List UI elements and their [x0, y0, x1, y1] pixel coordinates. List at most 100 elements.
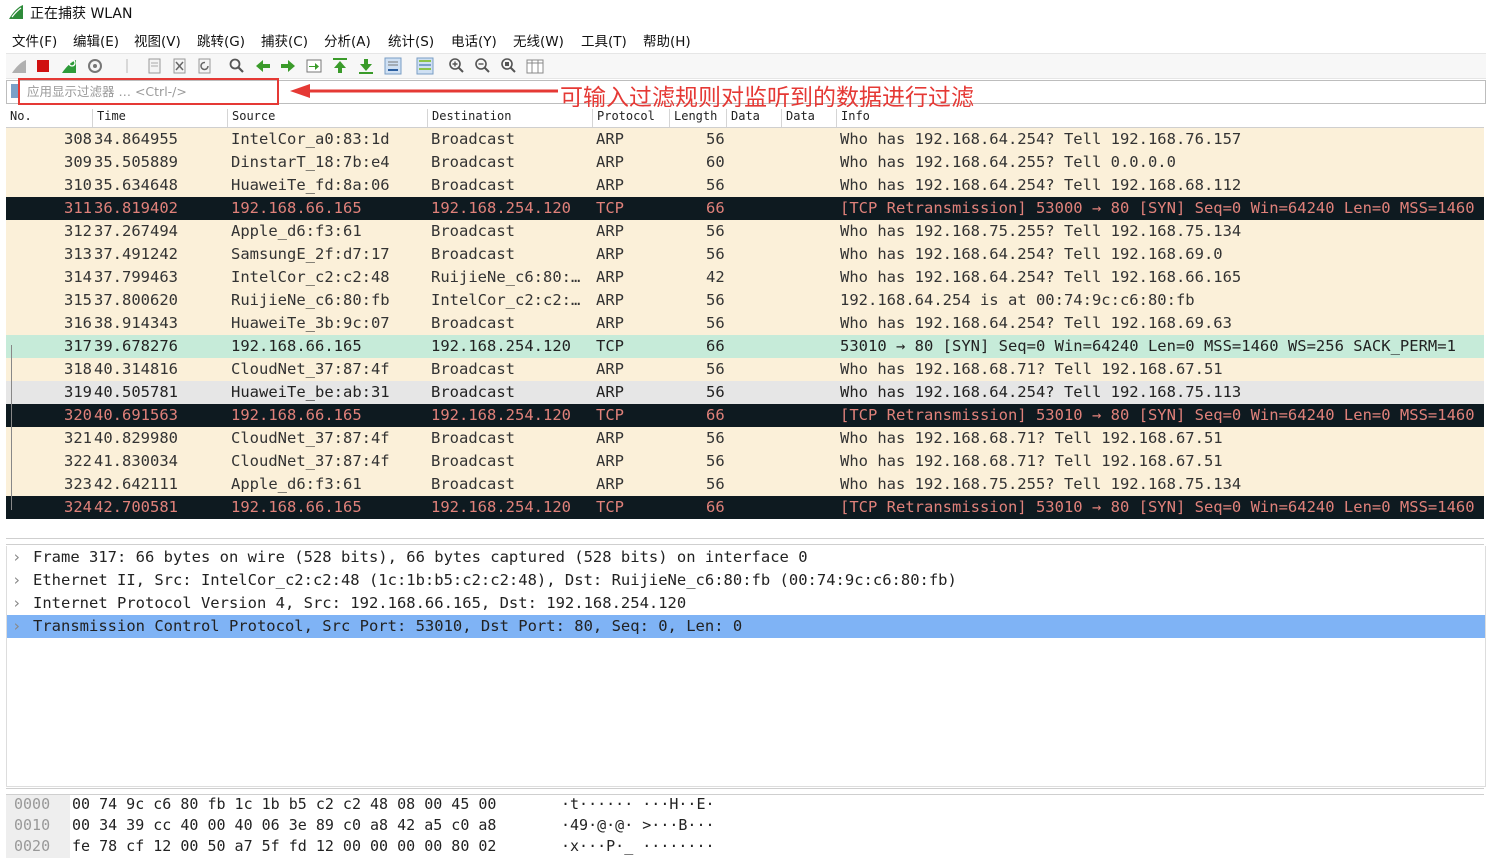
detail-tree-item[interactable]: › Ethernet II, Src: IntelCor_c2:c2:48 (1c… — [7, 569, 1485, 592]
pane-splitter-top[interactable] — [6, 538, 1484, 545]
packet-row[interactable]: 321 40.829980 CloudNet_37:87:4f Broadcast AR… — [6, 427, 1484, 450]
packet-info: Who has 192.168.64.254? Tell 192.168.69.… — [840, 245, 1223, 263]
close-file-icon[interactable] — [171, 57, 189, 75]
packet-time: 39.678276 — [94, 337, 178, 355]
menu-bar: 文件(F) 编辑(E) 视图(V) 跳转(G) 捕获(C) 分析(A) 统计(S… — [0, 27, 1489, 51]
bytes-hex[interactable]: 00 74 9c c6 80 fb 1c 1b b5 c2 c2 48 08 0… — [72, 795, 496, 813]
packet-source: CloudNet_37:87:4f — [231, 452, 390, 470]
menu-edit[interactable]: 编辑(E) — [73, 30, 119, 50]
packet-time: 40.691563 — [94, 406, 178, 424]
column-time[interactable]: Time — [92, 109, 126, 127]
packet-time: 37.491242 — [94, 245, 178, 263]
packet-row[interactable]: 310 35.634648 HuaweiTe_fd:8a:06 Broadcast AR… — [6, 174, 1484, 197]
menu-wireless[interactable]: 无线(W) — [513, 30, 564, 50]
packet-no: 324 — [64, 498, 92, 516]
packet-row[interactable]: 320 40.691563 192.168.66.165 192.168.254.12… — [6, 404, 1484, 427]
first-packet-icon[interactable] — [331, 57, 349, 75]
menu-telephony[interactable]: 电话(Y) — [451, 30, 497, 50]
zoom-out-icon[interactable] — [474, 57, 492, 75]
last-packet-icon[interactable] — [357, 57, 375, 75]
zoom-in-icon[interactable] — [448, 57, 466, 75]
detail-tree-item[interactable]: › Frame 317: 66 bytes on wire (528 bits),… — [7, 546, 1485, 569]
bytes-offset: 0000 — [6, 795, 70, 816]
wireshark-app-icon — [9, 5, 23, 19]
bytes-row: 0000 00 74 9c c6 80 fb 1c 1b b5 c2 c2 48 … — [6, 795, 1484, 816]
packet-row[interactable]: 318 40.314816 CloudNet_37:87:4f Broadcast AR… — [6, 358, 1484, 381]
column-length[interactable]: Length — [669, 109, 717, 127]
column-data-1[interactable]: Data — [726, 109, 760, 127]
normal-size-icon[interactable] — [500, 57, 518, 75]
packet-destination: 192.168.254.120 — [431, 406, 571, 424]
packet-source: Apple_d6:f3:61 — [231, 475, 362, 493]
packet-protocol: ARP — [596, 130, 624, 148]
stop-capture-icon[interactable] — [34, 57, 52, 75]
packet-row[interactable]: 313 37.491242 SamsungE_2f:d7:17 Broadcast AR… — [6, 243, 1484, 266]
bytes-ascii[interactable]: ·x···P·_ ········ — [561, 837, 715, 855]
packet-length: 60 — [706, 153, 725, 171]
packet-info: Who has 192.168.64.254? Tell 192.168.76.… — [840, 130, 1242, 148]
packet-destination: Broadcast — [431, 314, 515, 332]
find-icon[interactable] — [228, 57, 246, 75]
back-icon[interactable] — [254, 57, 272, 75]
capture-options-icon[interactable] — [86, 57, 104, 75]
menu-help[interactable]: 帮助(H) — [643, 30, 691, 50]
packet-destination: Broadcast — [431, 360, 515, 378]
packet-time: 35.634648 — [94, 176, 178, 194]
packet-row[interactable]: 312 37.267494 Apple_d6:f3:61 Broadcast ARP 56… — [6, 220, 1484, 243]
menu-go[interactable]: 跳转(G) — [197, 30, 245, 50]
packet-protocol: ARP — [596, 291, 624, 309]
packet-row[interactable]: 322 41.830034 CloudNet_37:87:4f Broadcast AR… — [6, 450, 1484, 473]
packet-row[interactable]: 311 36.819402 192.168.66.165 192.168.254.12… — [6, 197, 1484, 220]
packet-length: 56 — [706, 383, 725, 401]
reload-icon[interactable] — [196, 57, 214, 75]
packet-no: 321 — [64, 429, 92, 447]
resize-columns-icon[interactable] — [526, 57, 544, 75]
restart-capture-icon[interactable] — [60, 57, 78, 75]
packet-row[interactable]: 314 37.799463 IntelCor_c2:c2:48 RuijieNe_c6… — [6, 266, 1484, 289]
title-bar: 正在捕获 WLAN — [0, 0, 1489, 24]
chevron-right-icon[interactable]: › — [12, 548, 21, 566]
menu-statistics[interactable]: 统计(S) — [388, 30, 434, 50]
packet-no: 312 — [64, 222, 92, 240]
menu-capture[interactable]: 捕获(C) — [261, 30, 308, 50]
menu-view[interactable]: 视图(V) — [134, 30, 181, 50]
open-file-icon[interactable] — [146, 57, 164, 75]
menu-file[interactable]: 文件(F) — [12, 30, 57, 50]
column-no[interactable]: No. — [6, 109, 32, 127]
column-source[interactable]: Source — [227, 109, 275, 127]
packet-row[interactable]: 316 38.914343 HuaweiTe_3b:9c:07 Broadcast AR… — [6, 312, 1484, 335]
menu-analyze[interactable]: 分析(A) — [324, 30, 371, 50]
chevron-right-icon[interactable]: › — [12, 594, 21, 612]
packet-info: 53010 → 80 [SYN] Seq=0 Win=64240 Len=0 M… — [840, 337, 1456, 355]
packet-length: 56 — [706, 452, 725, 470]
packet-row[interactable]: 324 42.700581 192.168.66.165 192.168.254.12… — [6, 496, 1484, 519]
packet-source: 192.168.66.165 — [231, 498, 362, 516]
bytes-ascii[interactable]: ·t······ ···H··E· — [561, 795, 715, 813]
packet-row[interactable]: 315 37.800620 RuijieNe_c6:80:fb IntelCor_c2… — [6, 289, 1484, 312]
column-destination[interactable]: Destination — [427, 109, 511, 127]
detail-text: Transmission Control Protocol, Src Port:… — [33, 617, 743, 635]
bytes-ascii[interactable]: ·49·@·@· >···B··· — [561, 816, 715, 834]
detail-tree-item[interactable]: › Transmission Control Protocol, Src Port… — [7, 615, 1485, 638]
packet-row[interactable]: 323 42.642111 Apple_d6:f3:61 Broadcast ARP 56… — [6, 473, 1484, 496]
packet-row[interactable]: 308 34.864955 IntelCor_a0:83:1d Broadcast AR… — [6, 128, 1484, 151]
chevron-right-icon[interactable]: › — [12, 571, 21, 589]
detail-tree-item[interactable]: › Internet Protocol Version 4, Src: 192.1… — [7, 592, 1485, 615]
shark-fin-icon[interactable] — [10, 57, 28, 75]
column-data-2[interactable]: Data — [781, 109, 815, 127]
colorize-icon[interactable] — [416, 57, 434, 75]
annotation-arrow-icon — [290, 84, 558, 98]
column-info[interactable]: Info — [836, 109, 870, 127]
chevron-right-icon[interactable]: › — [12, 617, 21, 635]
packet-row[interactable]: 317 39.678276 192.168.66.165 192.168.254.12… — [6, 335, 1484, 358]
bytes-hex[interactable]: fe 78 cf 12 00 50 a7 5f fd 12 00 00 00 0… — [72, 837, 496, 855]
menu-tools[interactable]: 工具(T) — [581, 30, 627, 50]
packet-row[interactable]: 319 40.505781 HuaweiTe_be:ab:31 Broadcast AR… — [6, 381, 1484, 404]
go-to-packet-icon[interactable] — [305, 57, 323, 75]
forward-icon[interactable] — [279, 57, 297, 75]
autoscroll-icon[interactable] — [384, 57, 402, 75]
bytes-hex[interactable]: 00 34 39 cc 40 00 40 06 3e 89 c0 a8 42 a… — [72, 816, 496, 834]
packet-row[interactable]: 309 35.505889 DinstarT_18:7b:e4 Broadcast AR… — [6, 151, 1484, 174]
pane-splitter-bottom[interactable] — [6, 788, 1484, 795]
column-protocol[interactable]: Protocol — [592, 109, 655, 127]
